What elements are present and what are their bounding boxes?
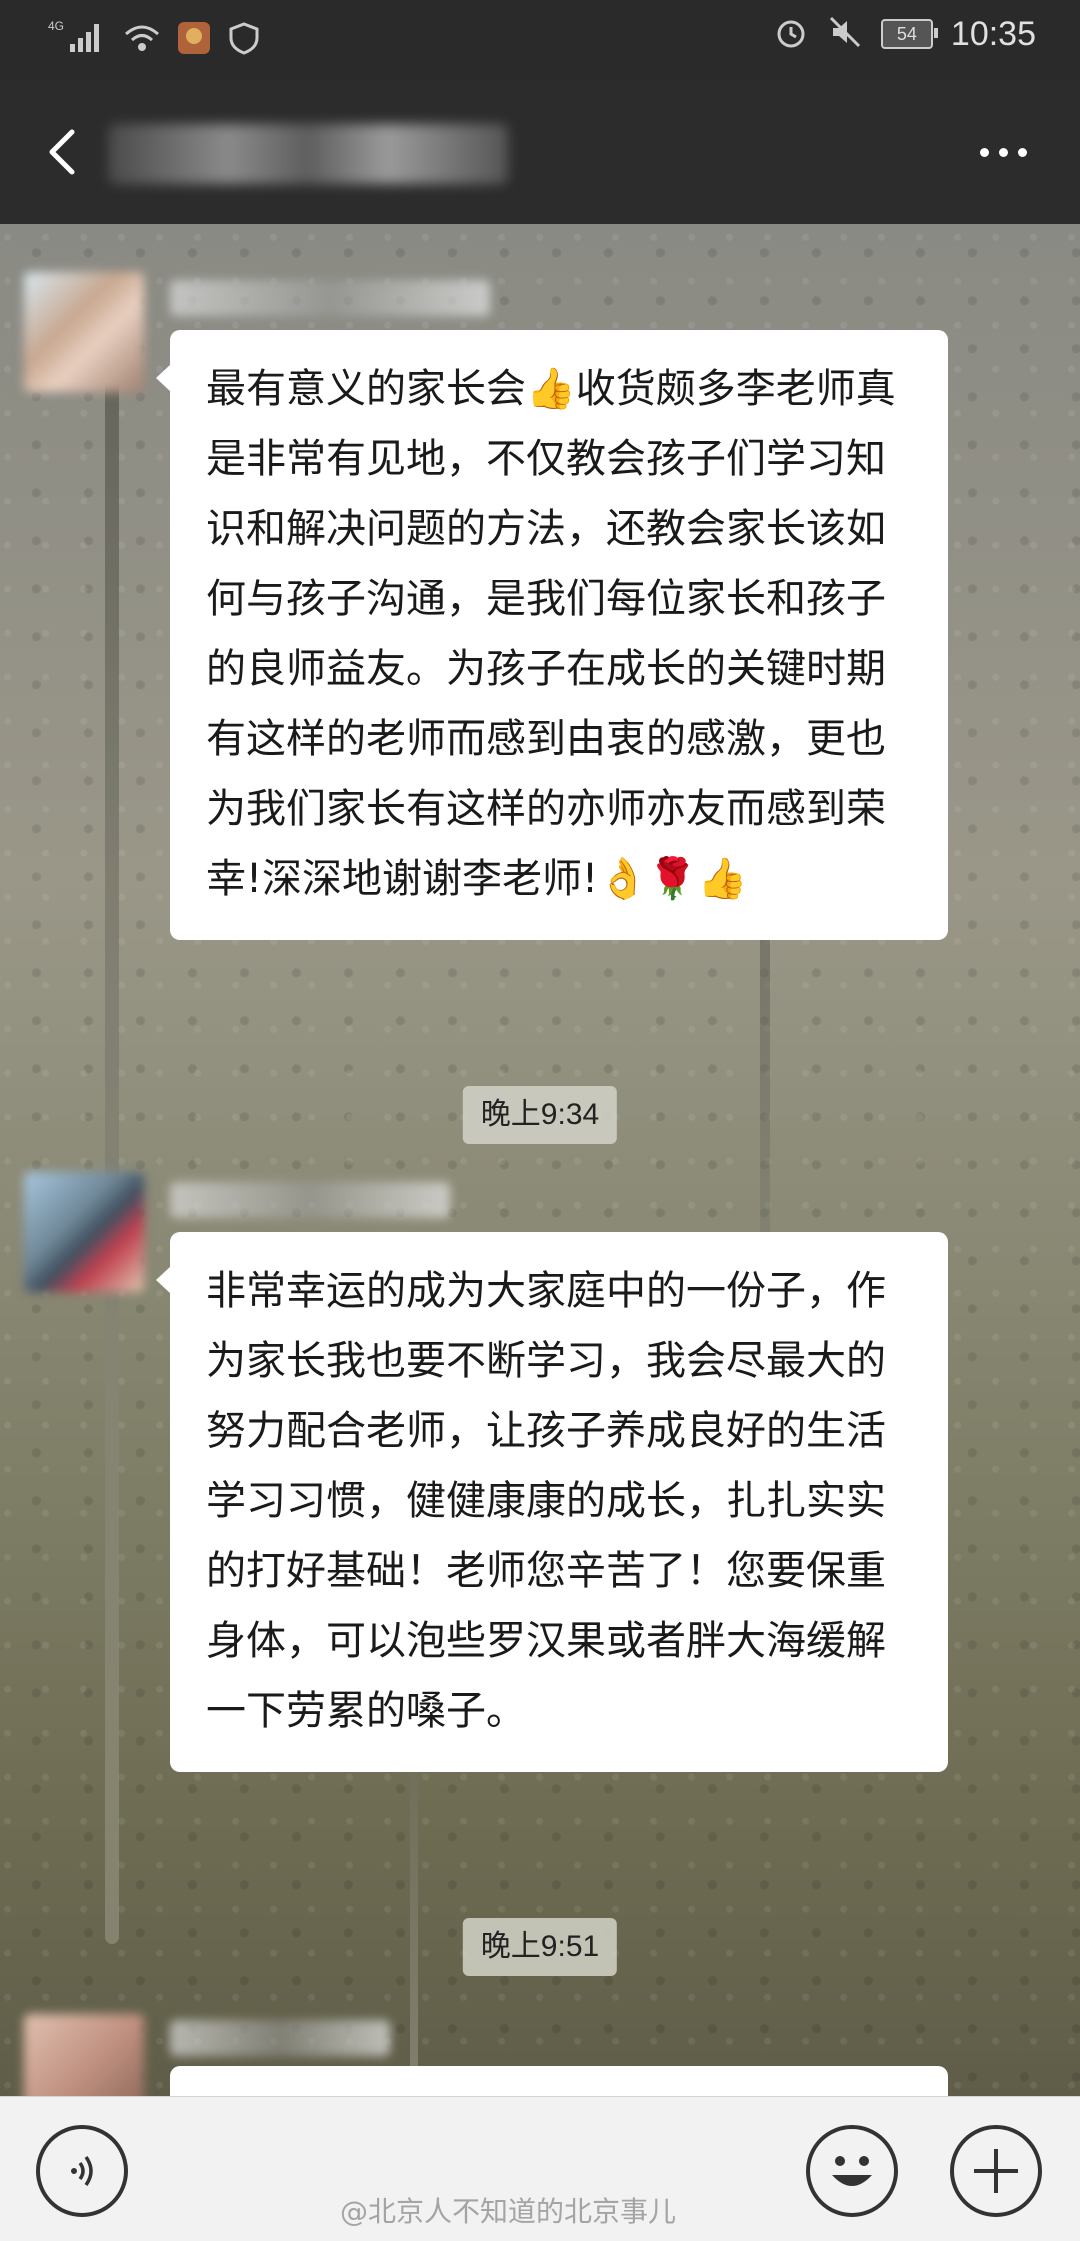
more-options-button[interactable]	[980, 132, 1040, 172]
message-bubble-partial[interactable]	[170, 2066, 948, 2096]
chat-title-blurred	[108, 124, 508, 184]
alarm-icon	[773, 14, 809, 54]
status-bar: 4G 54 10:35	[0, 0, 1080, 80]
add-button[interactable]	[950, 2125, 1042, 2217]
voice-button[interactable]	[36, 2125, 128, 2217]
timestamp: 晚上9:51	[462, 1918, 618, 1976]
emoji-icon	[832, 2156, 872, 2186]
voice-icon	[71, 2155, 93, 2187]
watermark: @北京人不知道的北京事儿	[340, 2195, 677, 2228]
mute-icon	[827, 14, 863, 54]
message-bubble[interactable]: 非常幸运的成为大家庭中的一份子，作为家长我也要不断学习，我会尽最大的努力配合老师…	[156, 1232, 948, 1772]
timestamp: 晚上9:34	[462, 1086, 618, 1144]
back-button[interactable]	[36, 120, 96, 184]
status-left: 4G	[48, 18, 262, 62]
background-streak	[105, 344, 119, 1944]
chat-title-bar	[0, 80, 1080, 224]
more-dots-icon	[980, 147, 989, 157]
signal-icon: 4G	[48, 18, 108, 62]
sender-name-blurred	[170, 2020, 390, 2056]
wifi-icon	[122, 20, 162, 60]
avatar[interactable]	[24, 1172, 144, 1292]
avatar[interactable]	[24, 2014, 144, 2096]
avatar[interactable]	[24, 272, 144, 392]
svg-text:4G: 4G	[48, 19, 64, 33]
shield-icon	[226, 20, 262, 60]
emoji-button[interactable]	[806, 2125, 898, 2217]
clock: 10:35	[950, 14, 1036, 53]
message-bubble[interactable]: 最有意义的家长会👍收货颇多李老师真是非常有见地，不仅教会孩子们学习知识和解决问题…	[156, 330, 948, 940]
status-right: 54 10:35	[773, 14, 1036, 54]
app-icon	[176, 20, 212, 60]
plus-icon	[974, 2149, 1018, 2193]
chat-messages-area[interactable]: 最有意义的家长会👍收货颇多李老师真是非常有见地，不仅教会孩子们学习知识和解决问题…	[0, 224, 1080, 2096]
chevron-left-icon	[49, 129, 75, 175]
sender-name-blurred	[170, 1182, 450, 1218]
battery-icon: 54	[880, 19, 938, 49]
sender-name-blurred	[170, 280, 490, 316]
